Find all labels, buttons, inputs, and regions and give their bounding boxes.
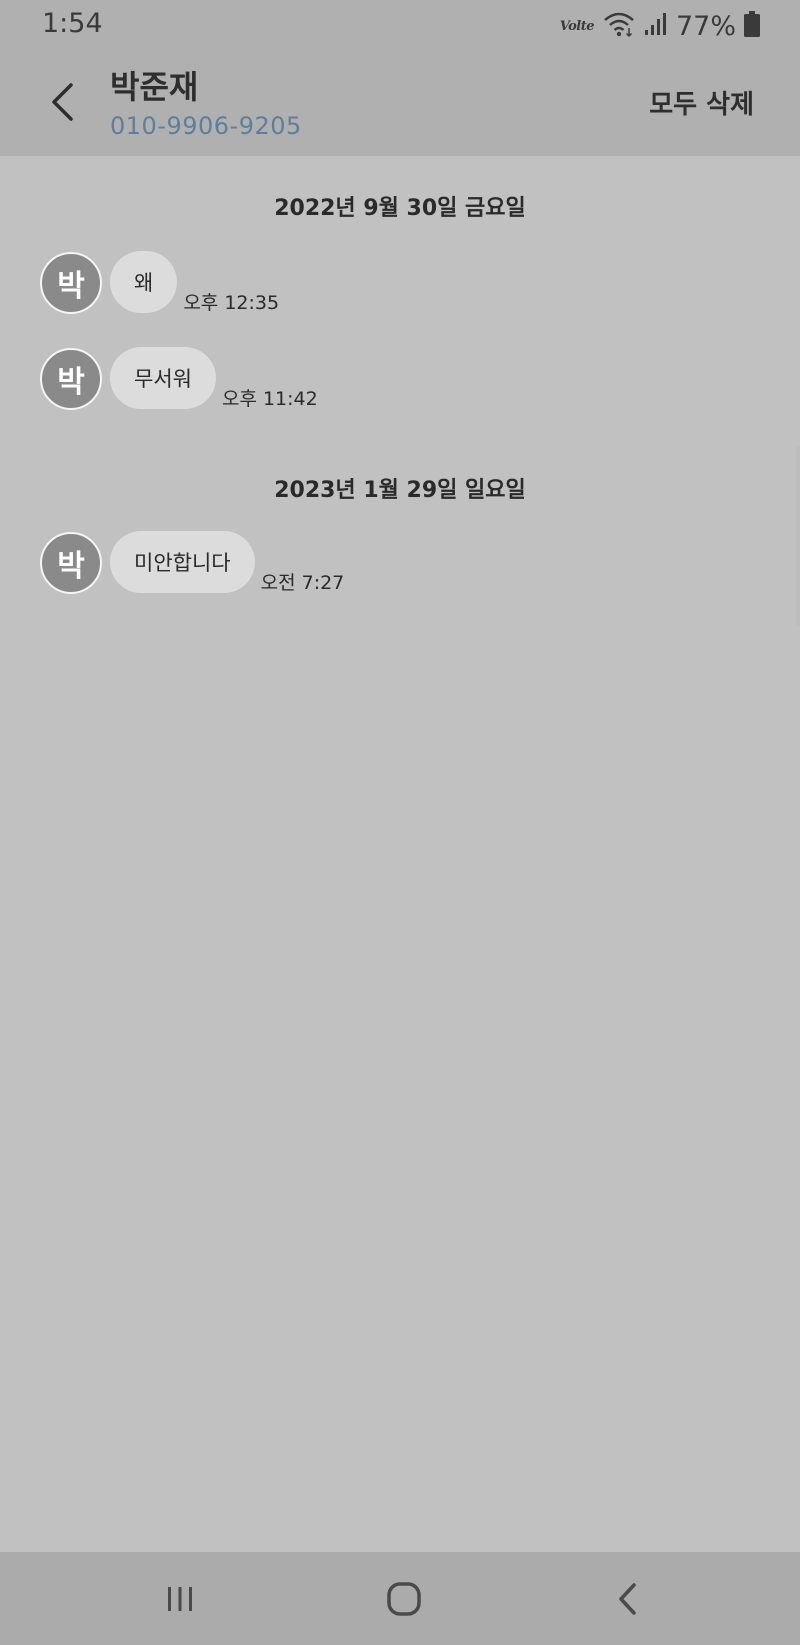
message-bubble[interactable]: 왜 bbox=[110, 251, 178, 313]
date-divider: 2023년 1월 29일 일요일 bbox=[274, 478, 526, 503]
message-time: 오후 12:35 bbox=[183, 292, 280, 314]
scrollbar[interactable] bbox=[796, 446, 800, 626]
app-bar: 박준재 010-9906-9205 모두 삭제 bbox=[0, 52, 800, 156]
date-divider: 2022년 9월 30일 금요일 bbox=[274, 196, 526, 221]
message-bubble[interactable]: 무서워 bbox=[110, 347, 216, 409]
avatar[interactable]: 박 bbox=[40, 532, 102, 594]
conversation-list[interactable]: 2022년 9월 30일 금요일 박 왜 오후 12:35 박 무서워 오후 1… bbox=[0, 156, 800, 1552]
wifi-icon bbox=[602, 10, 636, 42]
contact-name: 박준재 bbox=[110, 68, 199, 106]
back-arrow-icon bbox=[52, 83, 73, 121]
message-row: 박 무서워 오후 11:42 bbox=[40, 346, 318, 410]
back-button[interactable] bbox=[40, 76, 84, 128]
home-button[interactable] bbox=[374, 1574, 434, 1624]
status-icons: Volte 77% bbox=[560, 10, 760, 42]
message-time: 오전 7:27 bbox=[260, 572, 345, 594]
contact-phone-number[interactable]: 010-9906-9205 bbox=[110, 112, 302, 140]
nav-back-button[interactable] bbox=[598, 1574, 658, 1624]
battery-icon bbox=[744, 11, 760, 41]
back-icon bbox=[619, 1583, 636, 1615]
recent-apps-button[interactable] bbox=[150, 1574, 210, 1624]
message-time: 오후 11:42 bbox=[221, 388, 318, 410]
status-bar: 1:54 Volte 77% bbox=[0, 0, 800, 52]
status-time: 1:54 bbox=[42, 8, 103, 39]
message-row: 박 미안합니다 오전 7:27 bbox=[40, 530, 344, 594]
delete-all-button[interactable]: 모두 삭제 bbox=[649, 84, 754, 121]
volte-icon: Volte bbox=[559, 18, 595, 34]
battery-percent: 77% bbox=[675, 10, 736, 42]
recent-apps-icon bbox=[168, 1587, 192, 1611]
avatar[interactable]: 박 bbox=[40, 348, 102, 410]
navigation-bar bbox=[0, 1552, 800, 1645]
avatar[interactable]: 박 bbox=[40, 252, 102, 314]
screen: 1:54 Volte 77% 박준재 010-9906-9205 모두 삭제 2… bbox=[0, 0, 800, 1645]
home-icon bbox=[387, 1582, 421, 1616]
signal-icon bbox=[644, 12, 668, 40]
message-row: 박 왜 오후 12:35 bbox=[40, 250, 279, 314]
message-bubble[interactable]: 미안합니다 bbox=[110, 531, 255, 593]
